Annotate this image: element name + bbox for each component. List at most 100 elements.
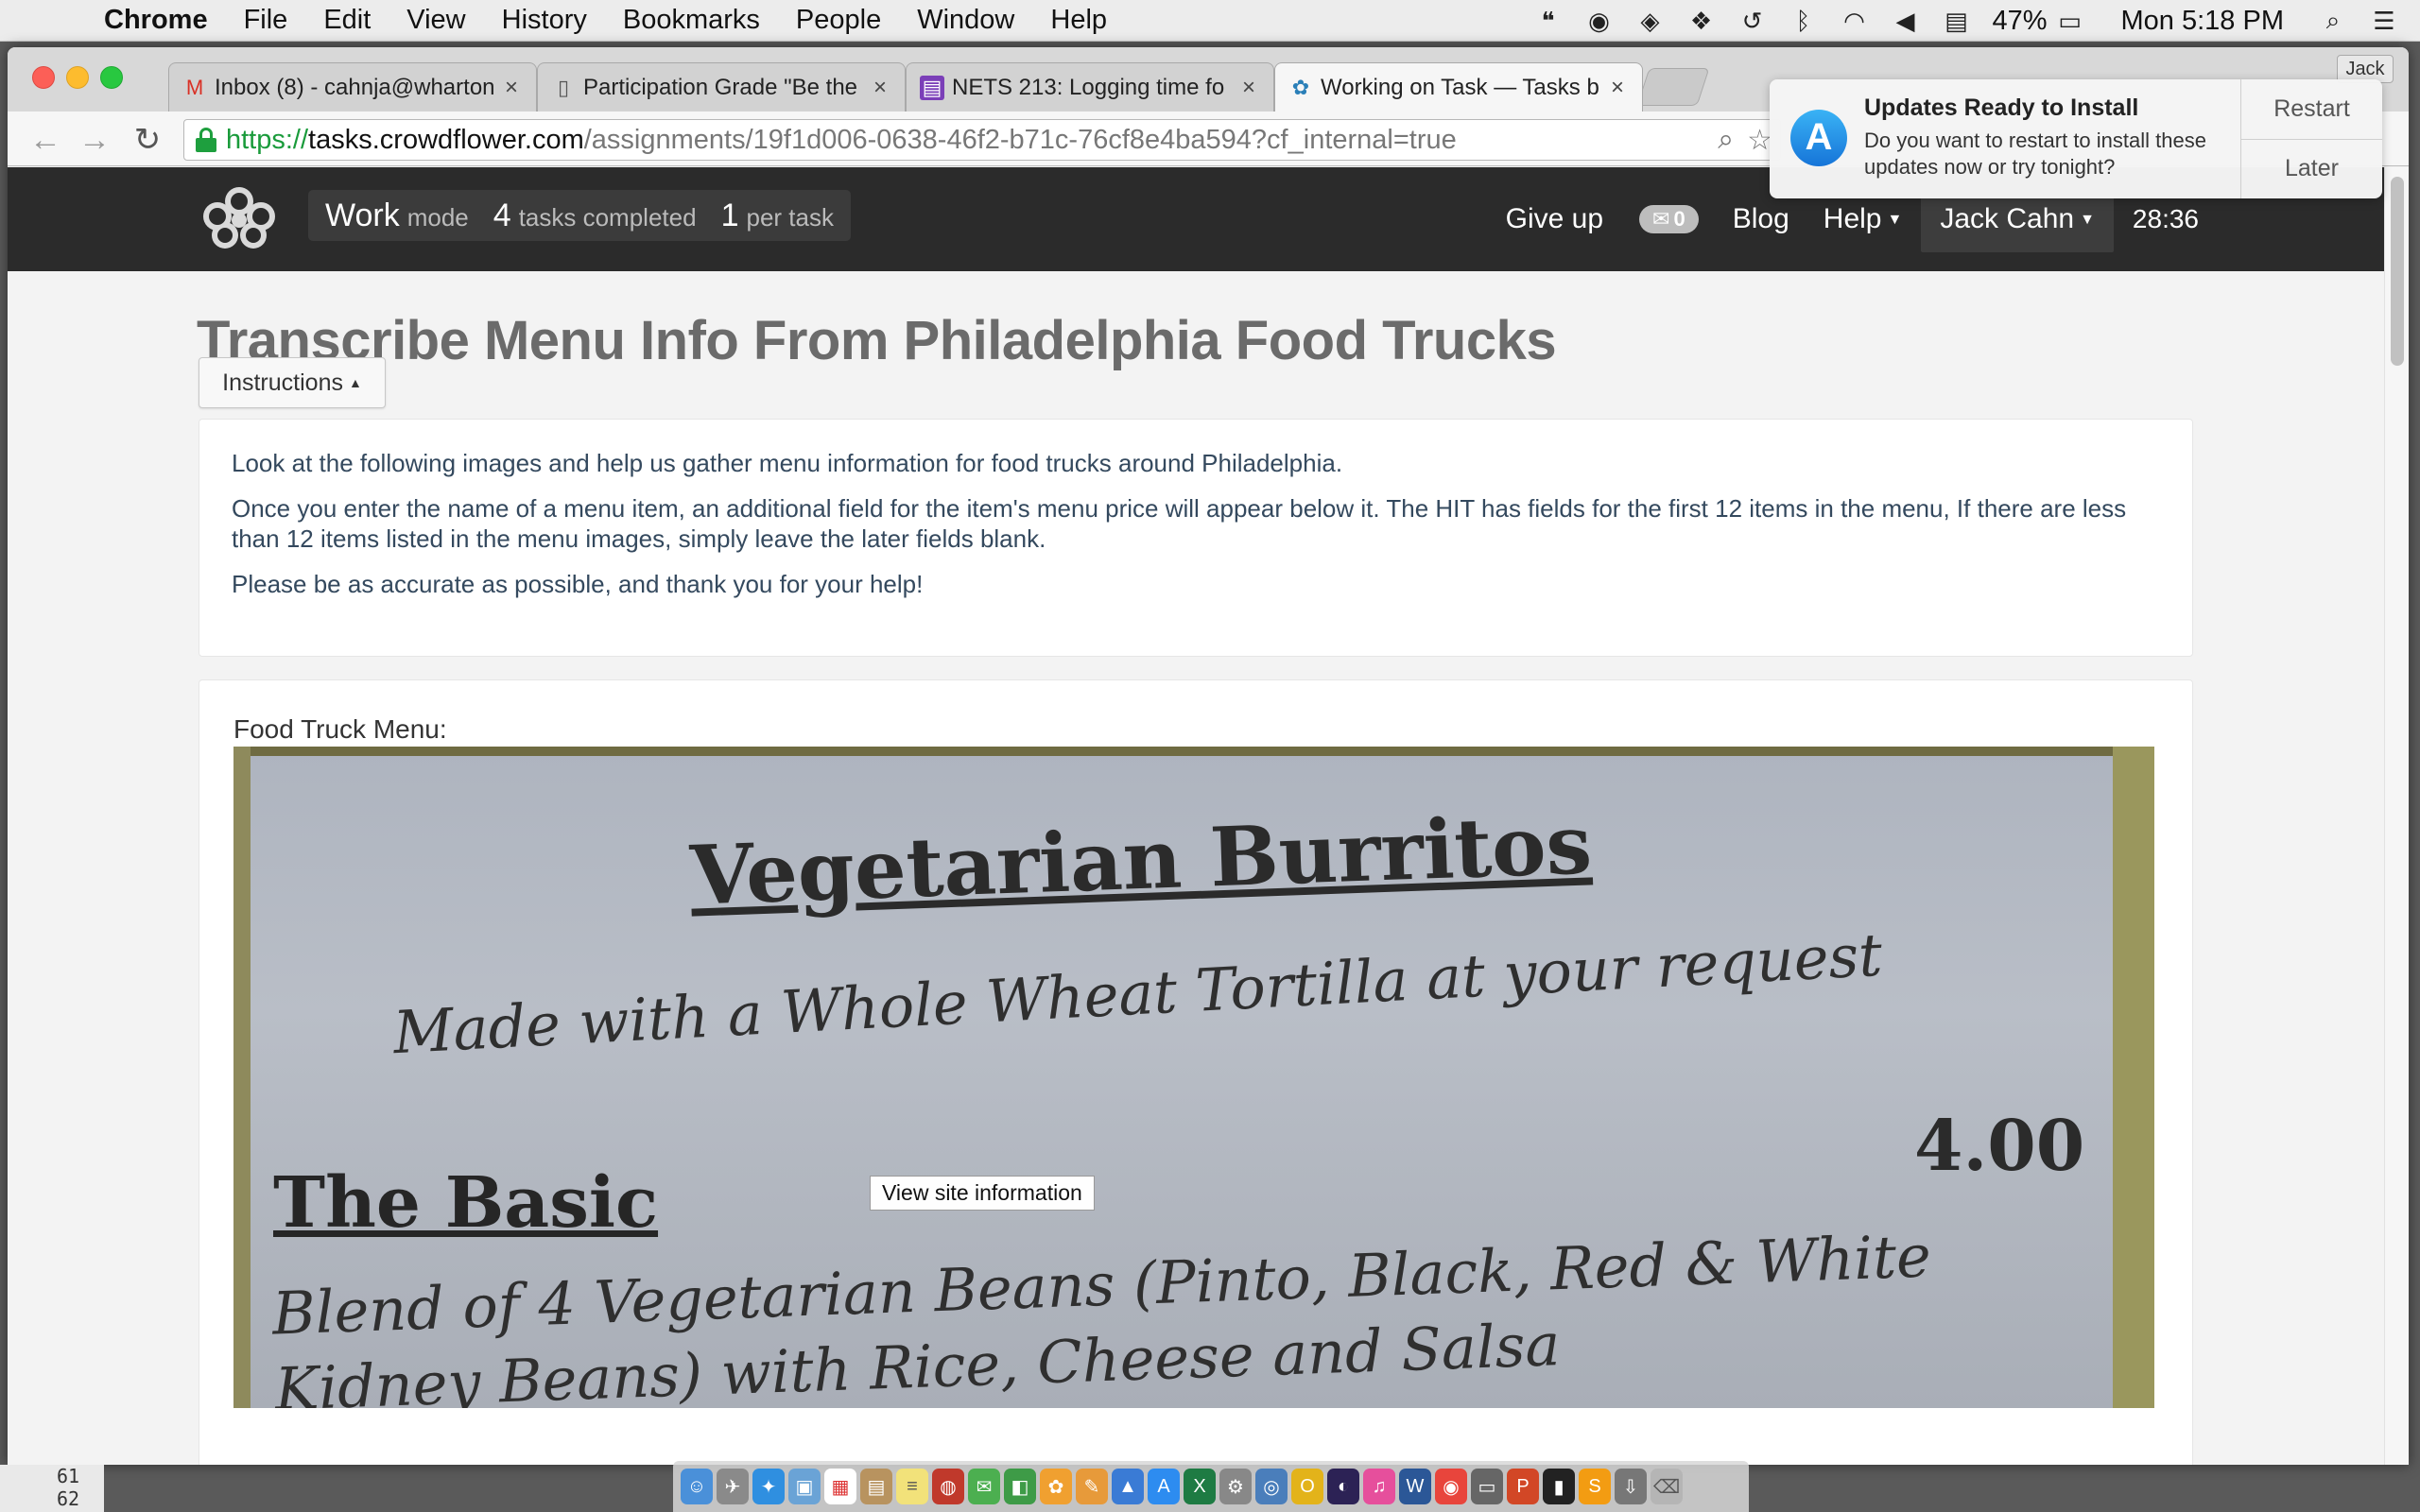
menu-history[interactable]: History — [502, 5, 587, 36]
task-timer: 28:36 — [2132, 204, 2199, 233]
user-name: Jack Cahn — [1940, 203, 2075, 234]
menu-window[interactable]: Window — [917, 5, 1014, 36]
forward-arrow-icon[interactable]: → — [74, 119, 115, 161]
spotlight-search-icon[interactable]: ⌕ — [2318, 6, 2348, 36]
eclipse-icon[interactable]: ◐ — [1327, 1469, 1359, 1504]
url-path: /assignments/19f1d006-0638-46f2-b71c-76c… — [583, 124, 1457, 155]
browser-window: M Inbox (8) - cahnja@wharton × ▯ Partici… — [8, 47, 2409, 1465]
contacts-icon[interactable]: ▤ — [860, 1469, 892, 1504]
food-truck-menu-image: Vegetarian Burritos Made with a Whole Wh… — [233, 747, 2154, 1408]
grammarly-icon[interactable]: ◉ — [1583, 6, 1614, 36]
bookmark-star-icon[interactable]: ☆ — [1747, 124, 1772, 157]
photo-booth-icon[interactable]: ◍ — [932, 1469, 964, 1504]
menubar-clock[interactable]: Mon 5:18 PM — [2121, 6, 2284, 37]
trash-icon[interactable]: ⌫ — [1651, 1469, 1683, 1504]
battery-percent[interactable]: 47% — [1992, 6, 2047, 37]
menu-file[interactable]: File — [244, 5, 288, 36]
calendar-icon[interactable]: ▦ — [824, 1469, 856, 1504]
notes-icon[interactable]: ≡ — [896, 1469, 928, 1504]
give-up-link[interactable]: Give up — [1506, 203, 1603, 235]
excel-icon[interactable]: X — [1184, 1469, 1216, 1504]
layers-icon[interactable]: ◈ — [1634, 6, 1665, 36]
tab-close-icon[interactable]: × — [1237, 75, 1260, 101]
menu-bookmarks[interactable]: Bookmarks — [623, 5, 760, 36]
chrome-icon[interactable]: ◉ — [1435, 1469, 1467, 1504]
later-button[interactable]: Later — [2241, 138, 2382, 199]
menu-edit[interactable]: Edit — [323, 5, 371, 36]
scrollbar-thumb[interactable] — [2391, 177, 2404, 366]
finder-icon[interactable]: ☺ — [681, 1469, 713, 1504]
keynote-icon[interactable]: ▲ — [1112, 1469, 1144, 1504]
menu-people[interactable]: People — [796, 5, 881, 36]
tab-participation-grade[interactable]: ▯ Participation Grade "Be the × — [537, 62, 906, 112]
app-store-icon: A — [1790, 110, 1847, 166]
menu-subheading: Made with a Whole Wheat Tortilla at your… — [391, 919, 1884, 1068]
help-label: Help — [1823, 203, 1882, 234]
tab-close-icon[interactable]: × — [500, 75, 523, 101]
bluetooth-icon[interactable]: ᛒ — [1788, 6, 1818, 36]
facetime-icon[interactable]: ◧ — [1004, 1469, 1036, 1504]
photos-icon[interactable]: ✿ — [1040, 1469, 1072, 1504]
blog-link[interactable]: Blog — [1733, 203, 1789, 235]
menu-help[interactable]: Help — [1050, 5, 1107, 36]
battery-charging-icon[interactable]: ▭ — [2055, 6, 2085, 36]
sublime-icon[interactable]: S — [1579, 1469, 1611, 1504]
tab-close-icon[interactable]: × — [869, 75, 891, 101]
itunes-icon[interactable]: ♫ — [1363, 1469, 1395, 1504]
volume-icon[interactable]: ◀ — [1890, 6, 1920, 36]
instructions-panel: Look at the following images and help us… — [199, 419, 2193, 657]
preview-icon[interactable]: ▣ — [788, 1469, 821, 1504]
new-tab-button[interactable] — [1636, 68, 1710, 106]
screenshot-icon[interactable]: ▭ — [1471, 1469, 1503, 1504]
close-window-button[interactable] — [32, 66, 55, 89]
back-arrow-icon[interactable]: ← — [25, 119, 66, 161]
instructions-toggle-button[interactable]: Instructions ▲ — [199, 357, 386, 408]
tab-nets-213[interactable]: ▤ NETS 213: Logging time fo × — [906, 62, 1274, 112]
safari-icon[interactable]: ✦ — [752, 1469, 785, 1504]
instruction-paragraph: Once you enter the name of a menu item, … — [232, 494, 2127, 553]
crowdflower-logo-icon[interactable] — [197, 184, 282, 250]
messages-icon[interactable]: ✉ — [968, 1469, 1000, 1504]
dock: ☺ ✈ ✦ ▣ ▦ ▤ ≡ ◍ ✉ ◧ ✿ ✎ ▲ A X ⚙ ◎ O ◐ ♫ … — [673, 1461, 1749, 1512]
reload-icon[interactable]: ↻ — [127, 119, 168, 161]
help-dropdown[interactable]: Help ▼ — [1824, 203, 1903, 235]
zoom-window-button[interactable] — [100, 66, 123, 89]
minimize-window-button[interactable] — [66, 66, 89, 89]
time-machine-icon[interactable]: ↺ — [1737, 6, 1767, 36]
word-icon[interactable]: W — [1399, 1469, 1431, 1504]
notification-text: Do you want to restart to install these … — [1864, 129, 2206, 179]
tab-gmail-inbox[interactable]: M Inbox (8) - cahnja@wharton × — [168, 62, 537, 112]
pages-icon[interactable]: ✎ — [1076, 1469, 1108, 1504]
background-editor-line-numbers: 61 62 — [0, 1465, 104, 1512]
dropbox-icon[interactable]: ❖ — [1685, 6, 1716, 36]
menu-item-price: 4.00 — [1914, 1106, 2085, 1187]
us-flag-icon[interactable]: ▤ — [1941, 6, 1971, 36]
document-icon: ▯ — [557, 75, 570, 99]
menu-heading: Vegetarian Burritos — [688, 797, 1594, 924]
secure-lock-icon[interactable] — [196, 128, 216, 152]
hangouts-icon[interactable]: ❝ — [1532, 6, 1563, 36]
system-preferences-icon[interactable]: ⚙ — [1219, 1469, 1252, 1504]
sheets-icon: ▤ — [920, 75, 944, 100]
terminal-icon[interactable]: ▮ — [1543, 1469, 1575, 1504]
messages-badge[interactable]: ✉ 0 — [1639, 205, 1699, 233]
restart-button[interactable]: Restart — [2241, 79, 2382, 139]
tab-close-icon[interactable]: × — [1606, 75, 1629, 101]
menu-view[interactable]: View — [406, 5, 465, 36]
powerpoint-icon[interactable]: P — [1507, 1469, 1539, 1504]
downloads-icon[interactable]: ⇩ — [1615, 1469, 1647, 1504]
page-scrollbar[interactable] — [2384, 167, 2409, 1465]
globe-icon[interactable]: ◎ — [1255, 1469, 1288, 1504]
menubar-app-name[interactable]: Chrome — [104, 5, 208, 36]
notification-center-icon[interactable]: ☰ — [2369, 6, 2399, 36]
app-store-icon[interactable]: A — [1148, 1469, 1180, 1504]
launchpad-icon[interactable]: ✈ — [717, 1469, 749, 1504]
tasks-completed-label: tasks completed — [518, 203, 697, 232]
address-bar[interactable]: https://tasks.crowdflower.com/assignment… — [183, 119, 1781, 161]
wifi-icon[interactable]: ◠ — [1839, 6, 1869, 36]
search-icon[interactable]: ⌕ — [1718, 124, 1734, 157]
work-stats: Work mode 4 tasks completed 1 per task — [308, 190, 851, 241]
outlook-icon[interactable]: O — [1291, 1469, 1323, 1504]
instruction-paragraph: Please be as accurate as possible, and t… — [232, 570, 924, 598]
tab-working-on-task[interactable]: ✿ Working on Task — Tasks b × — [1274, 62, 1643, 112]
